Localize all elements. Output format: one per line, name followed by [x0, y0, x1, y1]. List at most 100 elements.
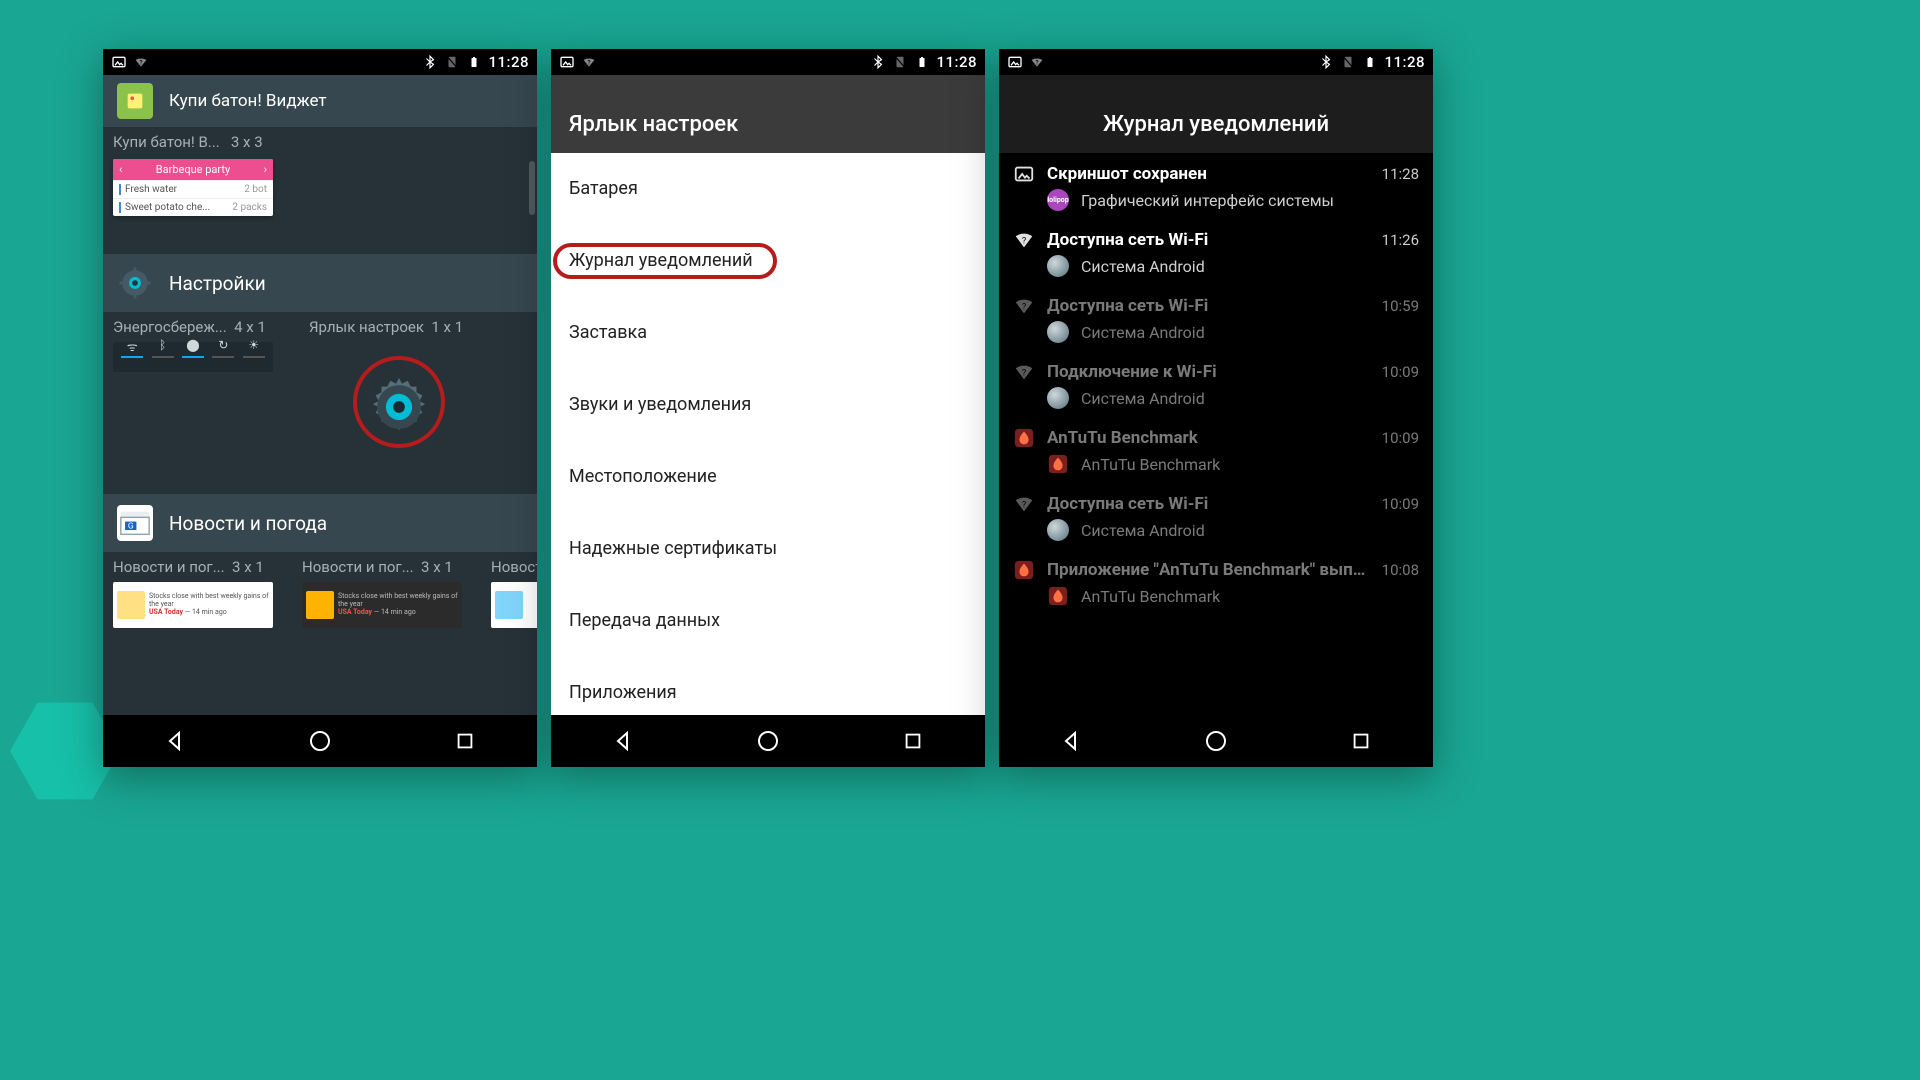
svg-text:?: ?	[1022, 237, 1026, 247]
power-toggles-preview: ᯤ ᛒ ⬤ ↻ ☀	[113, 342, 273, 372]
clock: 11:28	[488, 53, 529, 71]
location-icon: ⬤	[182, 338, 204, 352]
notif-title: Доступна сеть Wi-Fi	[1047, 296, 1370, 316]
notif-subtitle: Система Android	[1081, 521, 1205, 540]
battery-icon	[466, 54, 482, 70]
list-item[interactable]: ?Подключение к Wi-Fi10:09Система Android	[999, 351, 1433, 417]
section-header-buybaton[interactable]: Купи батон! Виджет	[103, 75, 537, 127]
notification-log: Журнал уведомлений Скриншот сохранен 11:2…	[999, 75, 1433, 715]
list-item-daydream[interactable]: Заставка	[551, 297, 985, 369]
home-button[interactable]	[306, 727, 334, 755]
notif-time: 10:59	[1382, 297, 1419, 315]
list-item[interactable]: ? Доступна сеть Wi-Fi 11:26 Система Android	[999, 219, 1433, 285]
no-sim-icon	[892, 54, 908, 70]
wifi-q-icon: ?	[1013, 493, 1035, 515]
section-title: Новости и погода	[169, 512, 327, 535]
clock: 11:28	[936, 53, 977, 71]
svg-text:?: ?	[587, 59, 590, 67]
settings-shortcut-picker: Ярлык настроек Батарея Журнал уведомлени…	[551, 75, 985, 715]
no-sim-icon	[444, 54, 460, 70]
phone-3: ? 11:28 Журнал уведомлений Скриншот сохр…	[999, 49, 1433, 767]
notif-title: Приложение "AnTuTu Benchmark" выпол...	[1047, 560, 1370, 580]
notif-title: AnTuTu Benchmark	[1047, 428, 1370, 448]
notif-time: 11:28	[1382, 165, 1419, 183]
list-item[interactable]: Приложение "AnTuTu Benchmark" выпол...10…	[999, 549, 1433, 615]
app-icon	[1047, 387, 1069, 409]
widget-picker[interactable]: Купи батон! Виджет Купи батон! В... 3 x …	[103, 75, 537, 715]
notif-time: 10:09	[1382, 429, 1419, 447]
clock: 11:28	[1384, 53, 1425, 71]
no-sim-icon	[1340, 54, 1356, 70]
section-title: Настройки	[169, 272, 266, 295]
notif-title: Доступна сеть Wi-Fi	[1047, 494, 1370, 514]
notif-subtitle: Графический интерфейс системы	[1081, 191, 1334, 210]
recents-button[interactable]	[1347, 727, 1375, 755]
phone-2: ? 11:28 Ярлык настроек Батарея Журнал ув…	[551, 49, 985, 767]
image-icon	[111, 54, 127, 70]
image-icon	[559, 54, 575, 70]
svg-text:?: ?	[1022, 303, 1026, 313]
page-title: Журнал уведомлений	[1103, 112, 1329, 137]
widget-settings-shortcut[interactable]: Ярлык настроек 1 x 1	[309, 318, 489, 472]
widget-buybaton-preview[interactable]: Barbeque party Fresh water2 bot Sweet po…	[113, 159, 273, 216]
notif-subtitle: Система Android	[1081, 323, 1205, 342]
wifi-icon: ᯤ	[121, 338, 143, 355]
app-icon	[1047, 519, 1069, 541]
antutu-icon	[1013, 559, 1035, 581]
back-button[interactable]	[1057, 727, 1085, 755]
battery-icon	[914, 54, 930, 70]
list-item-notif-log[interactable]: Журнал уведомлений	[551, 225, 985, 297]
list-item-apps[interactable]: Приложения	[551, 657, 985, 715]
list-item-trusted-certs[interactable]: Надежные сертификаты	[551, 513, 985, 585]
wifi-q-icon: ?	[1013, 361, 1035, 383]
battery-icon	[1362, 54, 1378, 70]
antutu-icon	[1013, 427, 1035, 449]
svg-text:?: ?	[139, 59, 142, 67]
svg-text:G: G	[128, 522, 134, 532]
widget-news-1[interactable]: Новости и пог... 3 x 1 Stocks close with…	[113, 558, 288, 628]
list-item[interactable]: Скриншот сохранен11:28lolipopГрафический…	[999, 153, 1433, 219]
back-button[interactable]	[609, 727, 637, 755]
app-icon	[1047, 585, 1069, 607]
list-item-sound[interactable]: Звуки и уведомления	[551, 369, 985, 441]
list-item-battery[interactable]: Батарея	[551, 153, 985, 225]
section-header-news[interactable]: G Новости и погода	[103, 494, 537, 552]
home-button[interactable]	[1202, 727, 1230, 755]
notification-list[interactable]: Скриншот сохранен11:28lolipopГрафический…	[999, 153, 1433, 715]
bluetooth-icon	[422, 54, 438, 70]
list-item[interactable]: ?Доступна сеть Wi-Fi10:09Система Android	[999, 483, 1433, 549]
nav-bar	[103, 715, 537, 767]
settings-list[interactable]: Батарея Журнал уведомлений Заставка Звук…	[551, 153, 985, 715]
list-item[interactable]: AnTuTu Benchmark10:09AnTuTu Benchmark	[999, 417, 1433, 483]
back-button[interactable]	[161, 727, 189, 755]
image-icon	[1007, 54, 1023, 70]
news-app-icon: G	[117, 505, 153, 541]
scroll-thumb[interactable]	[529, 161, 535, 215]
stage: ? 11:28 Купи батон! Виджет Купи батон! В…	[0, 0, 1536, 816]
sync-icon: ↻	[212, 338, 234, 352]
app-icon	[1047, 321, 1069, 343]
notif-title: Скриншот сохранен	[1047, 164, 1370, 184]
notif-title: Доступна сеть Wi-Fi	[1047, 230, 1370, 250]
bluetooth-icon	[870, 54, 886, 70]
wifi-question-icon: ?	[1029, 54, 1045, 70]
notif-time: 11:26	[1382, 231, 1419, 249]
notif-subtitle: Система Android	[1081, 257, 1205, 276]
widget-power-saving[interactable]: Энергосбереж... 4 x 1 ᯤ ᛒ ⬤ ↻ ☀	[113, 318, 293, 472]
list-item-location[interactable]: Местоположение	[551, 441, 985, 513]
recents-button[interactable]	[899, 727, 927, 755]
svg-text:?: ?	[1022, 369, 1026, 379]
recents-button[interactable]	[451, 727, 479, 755]
bluetooth-icon	[1318, 54, 1334, 70]
section-header-settings[interactable]: Настройки	[103, 254, 537, 312]
widget-news-3[interactable]: Новост	[491, 558, 537, 628]
widget-news-2[interactable]: Новости и пог... 3 x 1 Stocks close with…	[302, 558, 477, 628]
wifi-question-icon: ?	[581, 54, 597, 70]
buybaton-app-icon	[117, 83, 153, 119]
phone-1: ? 11:28 Купи батон! Виджет Купи батон! В…	[103, 49, 537, 767]
home-button[interactable]	[754, 727, 782, 755]
list-item-data-usage[interactable]: Передача данных	[551, 585, 985, 657]
app-bar: Журнал уведомлений	[999, 75, 1433, 153]
list-item[interactable]: ? Доступна сеть Wi-Fi 10:59 Система Android	[999, 285, 1433, 351]
app-bar: Ярлык настроек	[551, 75, 985, 153]
